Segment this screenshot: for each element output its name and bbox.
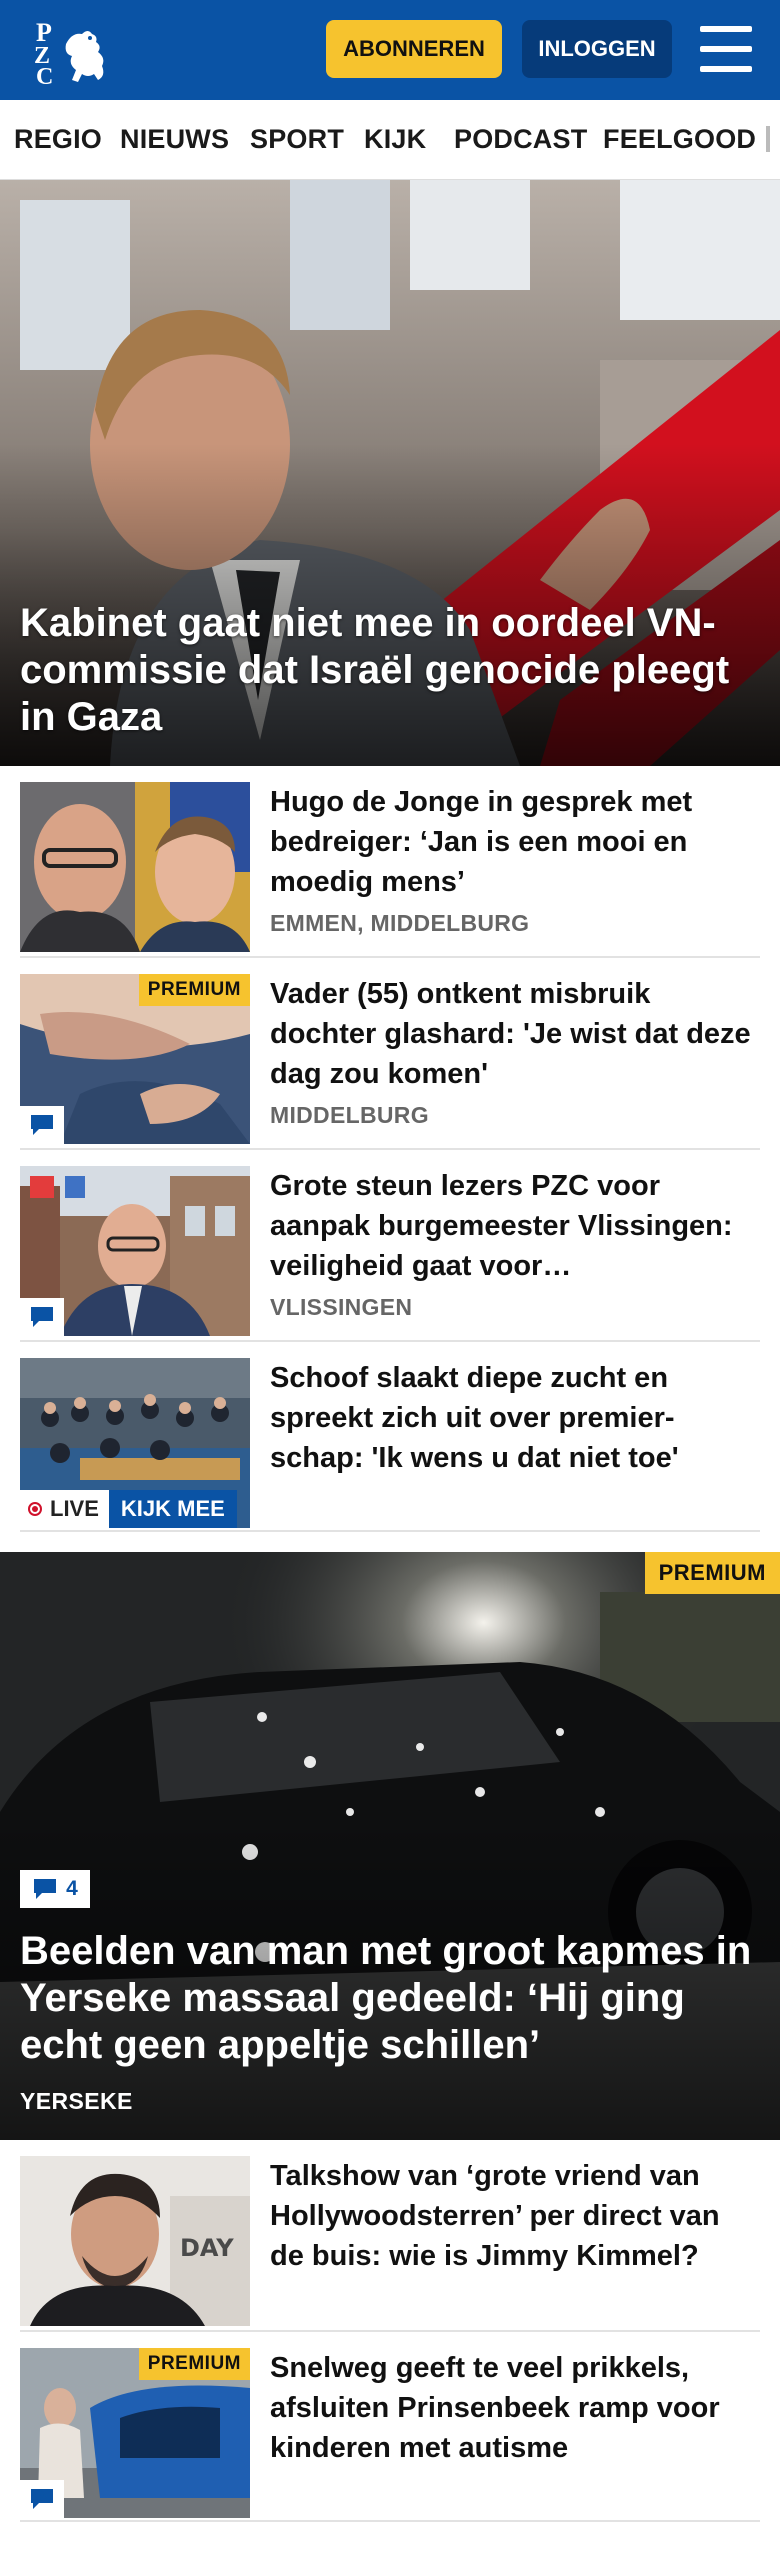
subscribe-button[interactable]: ABONNEREN — [326, 20, 502, 78]
article-title[interactable]: Grote steun lezers PZC voor aanpak burge… — [270, 1166, 760, 1286]
comment-icon[interactable] — [20, 1298, 64, 1336]
article-thumbnail: LIVE KIJK MEE — [20, 1358, 250, 1528]
live-label: LIVE — [50, 1496, 99, 1521]
list-item[interactable]: DAY Talkshow van ‘grote vriend van Holly… — [20, 2140, 760, 2332]
comment-count-badge[interactable]: 4 — [20, 1870, 90, 1908]
comment-icon[interactable] — [20, 2480, 64, 2518]
list-item[interactable]: Grote steun lezers PZC voor aanpak burge… — [20, 1150, 760, 1342]
list-item[interactable]: PREMIUM Snelweg geeft te veel prikkels, … — [20, 2332, 760, 2522]
premium-badge: PREMIUM — [644, 1552, 780, 1594]
nav-item-podcast[interactable]: PODCAST — [454, 124, 587, 155]
svg-text:DAY: DAY — [180, 2234, 234, 2262]
article-thumbnail — [20, 1166, 250, 1336]
nav-overflow-indicator — [766, 126, 770, 152]
hero-article[interactable]: Kabinet gaat niet mee in oordeel VN-comm… — [0, 180, 780, 766]
article-location: EMMEN, MIDDELBURG — [270, 910, 530, 936]
nav-item-regio[interactable]: REGIO — [14, 124, 102, 155]
article-title[interactable]: Schoof slaakt diepe zucht en spreekt zic… — [270, 1358, 760, 1478]
article-title[interactable]: Hugo de Jonge in gesprek met bedreiger: … — [270, 782, 760, 902]
comment-icon — [34, 1879, 57, 1899]
article-title[interactable]: Snelweg geeft te veel prikkels, afsluite… — [270, 2348, 760, 2468]
comment-icon[interactable] — [20, 1106, 64, 1144]
article-location: MIDDELBURG — [270, 1102, 429, 1128]
live-dot-icon — [28, 1502, 42, 1516]
nav-item-kijk[interactable]: KIJK — [364, 124, 426, 155]
list-item[interactable]: PREMIUM Vader (55) ontkent misbruik doch… — [20, 958, 760, 1150]
article-thumbnail — [20, 782, 250, 952]
nav-item-nieuws[interactable]: NIEUWS — [120, 124, 229, 155]
feature-article[interactable]: PREMIUM 4 Beelden van man met groot kapm… — [0, 1552, 780, 2140]
article-thumbnail: PREMIUM — [20, 974, 250, 1144]
article-thumbnail: PREMIUM — [20, 2348, 250, 2518]
nav-item-feelgood[interactable]: FEELGOOD — [603, 124, 756, 155]
logo-letter-c: C — [36, 64, 53, 86]
feature-location: YERSEKE — [20, 2088, 133, 2114]
section-nav: REGIO NIEUWS SPORT KIJK PODCAST FEELGOOD — [0, 100, 780, 180]
feature-title[interactable]: Beelden van man met groot kapmes in Yers… — [20, 1928, 765, 2069]
nav-item-sport[interactable]: SPORT — [250, 124, 344, 155]
list-item[interactable]: LIVE KIJK MEE Schoof slaakt diepe zucht … — [20, 1342, 760, 1532]
top-header: P Z C ABONNEREN INLOGGEN — [0, 0, 780, 100]
hero-title[interactable]: Kabinet gaat niet mee in oordeel VN-comm… — [20, 600, 760, 741]
comment-count: 4 — [66, 1877, 78, 1900]
article-title[interactable]: Vader (55) ontkent misbruik dochter glas… — [270, 974, 760, 1094]
live-watch-bar[interactable]: LIVE KIJK MEE — [20, 1490, 237, 1528]
pzc-logo[interactable]: P Z C — [30, 14, 112, 90]
login-button[interactable]: INLOGGEN — [522, 20, 672, 78]
article-title[interactable]: Talkshow van ‘grote vriend van Hollywood… — [270, 2156, 760, 2276]
article-thumbnail: DAY — [20, 2156, 250, 2326]
hamburger-icon[interactable] — [700, 26, 752, 72]
premium-badge: PREMIUM — [138, 974, 250, 1006]
article-location: VLISSINGEN — [270, 1294, 413, 1320]
list-item[interactable]: Hugo de Jonge in gesprek met bedreiger: … — [20, 766, 760, 958]
lion-emblem-icon — [65, 31, 104, 82]
premium-badge: PREMIUM — [138, 2348, 250, 2380]
watch-live-button[interactable]: KIJK MEE — [108, 1490, 237, 1528]
